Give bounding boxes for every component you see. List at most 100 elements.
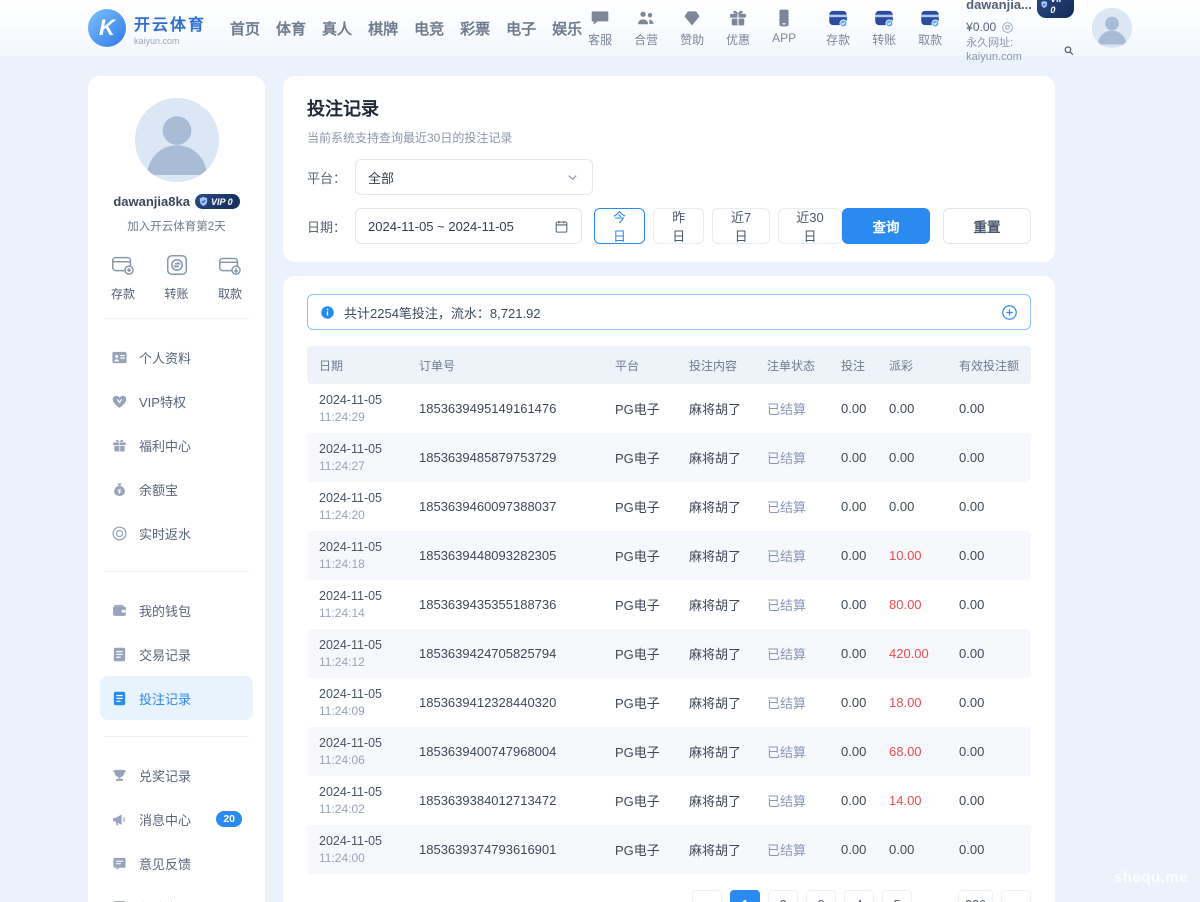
quick-action-swap-out[interactable]: 转账 — [164, 252, 190, 302]
cell-order-number: 1853639424705825794 — [419, 646, 615, 661]
cell-status: 已结算 — [767, 399, 841, 418]
cell-platform: PG电子 — [615, 644, 689, 663]
nav-menu-item[interactable]: 棋牌 — [368, 18, 398, 39]
plus-circle-icon[interactable] — [1001, 304, 1018, 321]
date-range-input[interactable]: 2024-11-05 ~ 2024-11-05 — [355, 208, 582, 244]
table-row[interactable]: 2024-11-0511:24:001853639374793616901PG电… — [307, 825, 1031, 874]
sidebar-item[interactable]: 消息中心 20 — [100, 797, 253, 841]
cell-platform: PG电子 — [615, 595, 689, 614]
navbar-link-label: 客服 — [588, 31, 612, 48]
profile-quick-actions: 存款转账取款 — [100, 252, 253, 302]
table-header: 日期订单号平台投注内容注单状态投注派彩有效投注额 — [307, 346, 1031, 384]
navbar-link-label: 转账 — [872, 31, 896, 48]
sidebar-item[interactable]: ?帮助中心 — [100, 885, 253, 902]
magnifier-icon[interactable] — [1063, 44, 1074, 57]
user-avatar[interactable] — [1092, 8, 1132, 48]
site-url-row: 永久网址: kaiyun.com — [966, 37, 1074, 65]
sidebar-item[interactable]: 意见反馈 — [100, 841, 253, 885]
navbar-link-label: 取款 — [918, 31, 942, 48]
column-header: 日期 — [319, 357, 419, 374]
query-button[interactable]: 查询 — [842, 208, 930, 244]
table-row[interactable]: 2024-11-0511:24:091853639412328440320PG电… — [307, 678, 1031, 727]
navbar-link-label: 赞助 — [680, 31, 704, 48]
quick-range-button[interactable]: 近7日 — [712, 208, 770, 244]
doc-icon — [111, 690, 128, 707]
quick-range-button[interactable]: 昨日 — [653, 208, 704, 244]
sidebar-item-label: 意见反馈 — [139, 854, 191, 873]
table-row[interactable]: 2024-11-0511:24:121853639424705825794PG电… — [307, 629, 1031, 678]
next-page-button[interactable]: > — [1001, 890, 1031, 902]
table-row[interactable]: 2024-11-0511:24:291853639495149161476PG电… — [307, 384, 1031, 433]
sidebar-item[interactable]: 交易记录 — [100, 632, 253, 676]
navbar-link-phone[interactable]: APP — [766, 8, 802, 48]
cell-bet-content: 麻将胡了 — [689, 399, 767, 418]
cash-out-icon — [217, 252, 243, 278]
table-row[interactable]: 2024-11-0511:24:271853639485879753729PG电… — [307, 433, 1031, 482]
date-range-value: 2024-11-05 ~ 2024-11-05 — [368, 219, 514, 234]
navbar-link-bankcard[interactable]: 转账 — [866, 8, 902, 48]
user-info[interactable]: dawanjia... VIP 0 ¥0.00 永久网址: kaiyun.com — [966, 0, 1074, 65]
navbar-link-bankcard[interactable]: 存款 — [820, 8, 856, 48]
navbar-link-gift[interactable]: 优惠 — [720, 8, 756, 48]
navbar-link-people[interactable]: 合营 — [628, 8, 664, 48]
divider — [104, 736, 249, 737]
page-button[interactable]: 3 — [806, 890, 836, 902]
sidebar-item[interactable]: 实时返水 — [100, 511, 253, 555]
nav-menu-item[interactable]: 真人 — [322, 18, 352, 39]
sidebar-item[interactable]: 投注记录 — [100, 676, 253, 720]
sidebar-item[interactable]: 个人资料 — [100, 335, 253, 379]
brand-logo[interactable]: K 开云体育 kaiyun.com — [88, 9, 206, 47]
shield-check-icon — [198, 196, 209, 207]
sidebar-item[interactable]: 福利中心 — [100, 423, 253, 467]
cell-date: 2024-11-0511:24:27 — [319, 441, 419, 474]
table-row[interactable]: 2024-11-0511:24:021853639384012713472PG电… — [307, 776, 1031, 825]
join-days-text: 加入开云体育第2天 — [100, 218, 253, 234]
cell-bet-amount: 0.00 — [841, 744, 889, 759]
platform-select[interactable]: 全部 — [355, 159, 593, 195]
cell-date: 2024-11-0511:24:29 — [319, 392, 419, 425]
sidebar-item[interactable]: 余额宝 — [100, 467, 253, 511]
nav-menu-item[interactable]: 电竞 — [414, 18, 444, 39]
quick-action-cash-out[interactable]: 取款 — [217, 252, 243, 302]
sidebar-item-label: 福利中心 — [139, 436, 191, 455]
navbar-link-label: 合营 — [634, 31, 658, 48]
nav-menu-item[interactable]: 彩票 — [460, 18, 490, 39]
nav-menu-item[interactable]: 首页 — [230, 18, 260, 39]
page-button[interactable]: 2 — [768, 890, 798, 902]
nav-menu-item[interactable]: 娱乐 — [552, 18, 582, 39]
quick-range-button[interactable]: 今日 — [594, 208, 645, 244]
table-row[interactable]: 2024-11-0511:24:181853639448093282305PG电… — [307, 531, 1031, 580]
sidebar-item-label: 消息中心 — [139, 810, 191, 829]
page-button[interactable]: 226 — [958, 890, 993, 902]
cell-platform: PG电子 — [615, 742, 689, 761]
records-table: 日期订单号平台投注内容注单状态投注派彩有效投注额 2024-11-0511:24… — [307, 346, 1031, 874]
sidebar-item[interactable]: 兑奖记录 — [100, 753, 253, 797]
cell-order-number: 1853639495149161476 — [419, 401, 615, 416]
table-row[interactable]: 2024-11-0511:24:061853639400747968004PG电… — [307, 727, 1031, 776]
page-button[interactable]: 1 — [730, 890, 760, 902]
nav-menu-item[interactable]: 电子 — [506, 18, 536, 39]
sidebar-item-label: VIP特权 — [139, 392, 186, 411]
quick-range-button[interactable]: 近30日 — [778, 208, 842, 244]
navbar-link-diamond[interactable]: 赞助 — [674, 8, 710, 48]
navbar-link-chat[interactable]: 客服 — [582, 8, 618, 48]
cell-payout: 68.00 — [889, 744, 959, 759]
table-row[interactable]: 2024-11-0511:24:201853639460097388037PG电… — [307, 482, 1031, 531]
quick-action-card-out[interactable]: 存款 — [110, 252, 136, 302]
unread-badge: 20 — [216, 811, 242, 827]
sidebar-item[interactable]: VIP特权 — [100, 379, 253, 423]
profile-avatar[interactable] — [135, 98, 219, 182]
cell-date: 2024-11-0511:24:14 — [319, 588, 419, 621]
navbar-link-bankcard[interactable]: 取款 — [912, 8, 948, 48]
page-button[interactable]: 5 — [882, 890, 912, 902]
nav-menu-item[interactable]: 体育 — [276, 18, 306, 39]
page-button[interactable]: 4 — [844, 890, 874, 902]
reset-button[interactable]: 重置 — [943, 208, 1031, 244]
sidebar-item[interactable]: 我的钱包 — [100, 588, 253, 632]
cell-order-number: 1853639435355188736 — [419, 597, 615, 612]
pagination: <12345···226> — [307, 890, 1031, 902]
table-row[interactable]: 2024-11-0511:24:141853639435355188736PG电… — [307, 580, 1031, 629]
platform-label: 平台： — [307, 168, 355, 187]
refresh-icon[interactable] — [1001, 21, 1014, 34]
prev-page-button[interactable]: < — [692, 890, 722, 902]
